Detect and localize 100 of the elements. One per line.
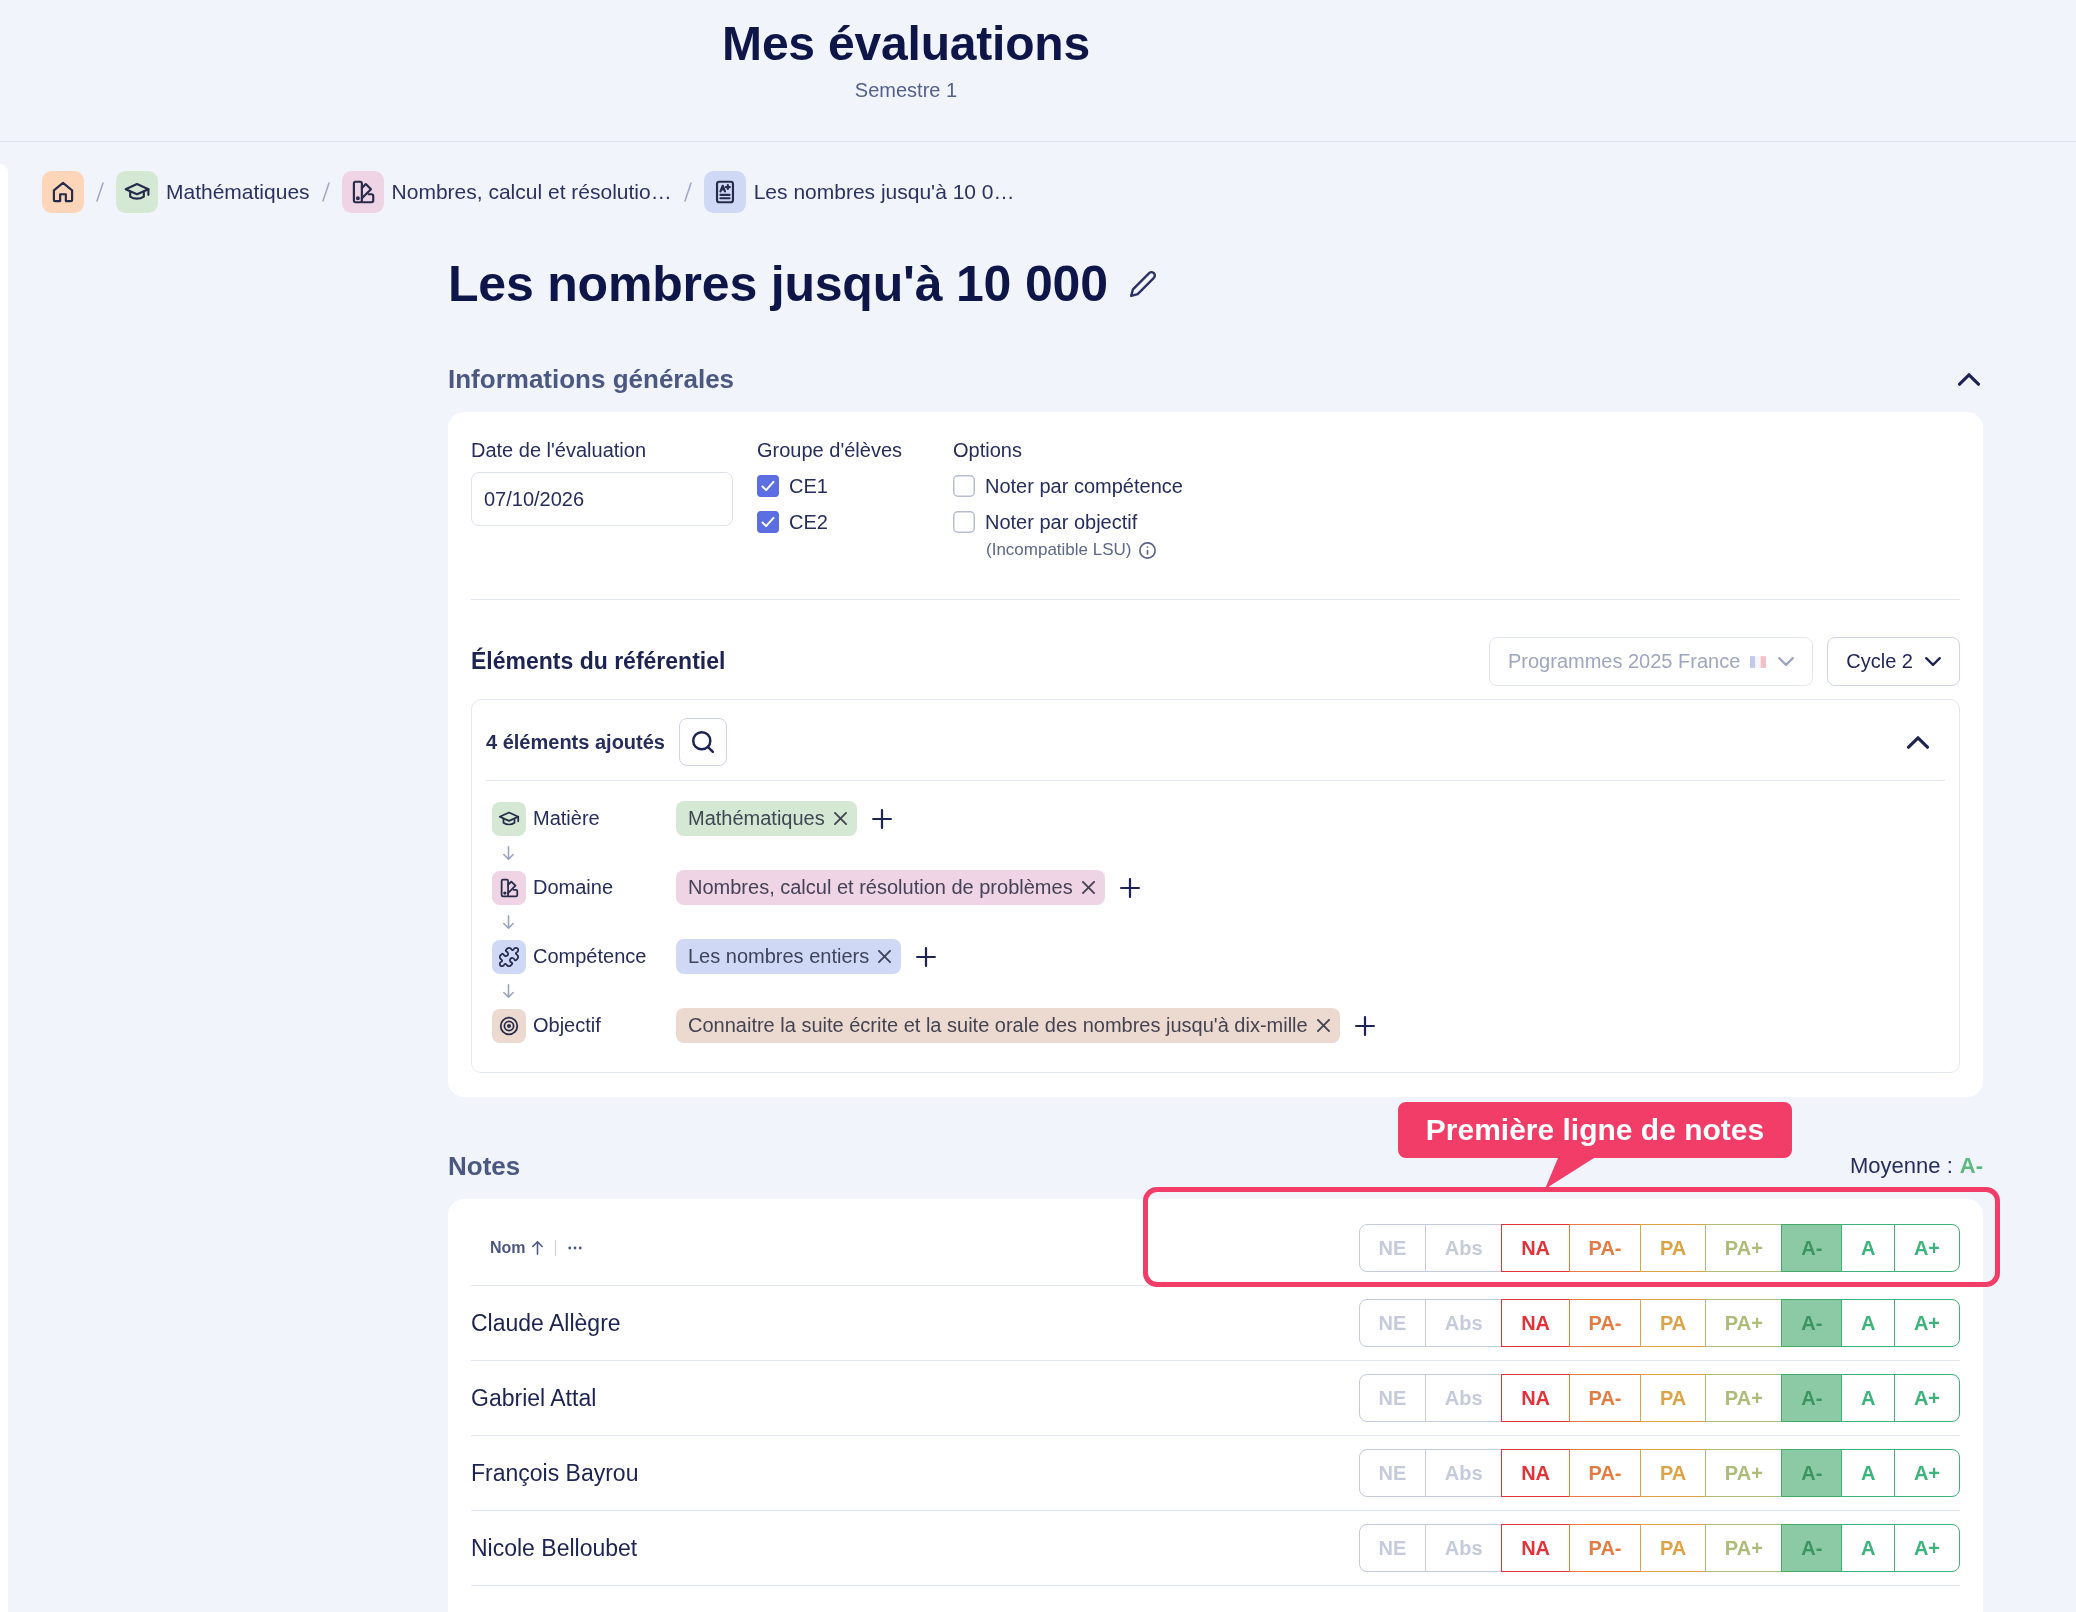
grade-button[interactable]: PA-: [1568, 1299, 1642, 1347]
grade-button[interactable]: A+: [1893, 1449, 1960, 1497]
grade-button[interactable]: Abs: [1424, 1374, 1503, 1422]
grade-button[interactable]: PA-: [1568, 1224, 1642, 1272]
grade-button[interactable]: PA+: [1704, 1374, 1783, 1422]
grade-button[interactable]: PA: [1640, 1524, 1707, 1572]
grade-button[interactable]: NA: [1501, 1299, 1571, 1347]
plus-icon[interactable]: [1119, 877, 1140, 898]
grade-button[interactable]: A+: [1893, 1224, 1960, 1272]
chevron-down-icon: [1925, 657, 1941, 666]
grade-button[interactable]: PA-: [1568, 1524, 1642, 1572]
checkbox-label[interactable]: CE1: [789, 474, 828, 498]
date-field[interactable]: 07/10/2026: [471, 472, 733, 526]
tag-label: Connaitre la suite écrite et la suite orale des nombres jusqu'à dix-mille: [688, 1014, 1308, 1037]
grade-button[interactable]: NA: [1501, 1374, 1571, 1422]
plus-icon[interactable]: [916, 946, 937, 967]
average-label: Moyenne :: [1850, 1153, 1953, 1179]
grade-button[interactable]: Abs: [1424, 1299, 1503, 1347]
grade-button[interactable]: NE: [1358, 1524, 1427, 1572]
chevron-up-icon[interactable]: [1907, 735, 1929, 749]
checkbox[interactable]: [757, 511, 779, 533]
breadcrumb-link[interactable]: Les nombres jusqu'à 10 0…: [703, 171, 1015, 213]
plus-icon[interactable]: [871, 808, 892, 829]
checkbox[interactable]: [757, 475, 779, 497]
slash-icon: [96, 182, 104, 202]
grade-button[interactable]: A: [1840, 1299, 1896, 1347]
grade-button[interactable]: PA: [1640, 1224, 1707, 1272]
grade-button[interactable]: PA+: [1704, 1224, 1783, 1272]
checkbox-label[interactable]: CE2: [789, 510, 828, 534]
student-name: Claude Allègre: [471, 1309, 621, 1337]
section-title: Informations générales: [448, 363, 735, 395]
chevron-down-icon: [1778, 657, 1795, 666]
home-icon[interactable]: [42, 171, 84, 213]
grade-button[interactable]: A-: [1781, 1374, 1843, 1422]
pencil-icon[interactable]: [1129, 271, 1156, 297]
grade-button[interactable]: Abs: [1424, 1524, 1503, 1572]
grade-button[interactable]: NE: [1358, 1224, 1427, 1272]
slash-icon: [321, 182, 330, 202]
grade-button[interactable]: A-: [1781, 1299, 1843, 1347]
grade-button[interactable]: NA: [1501, 1524, 1571, 1572]
more-icon[interactable]: [567, 1246, 582, 1250]
grade-button[interactable]: A: [1840, 1224, 1896, 1272]
grade-button[interactable]: PA: [1640, 1374, 1707, 1422]
breadcrumb-link[interactable]: Mathématiques: [116, 171, 310, 213]
cycle-dropdown[interactable]: Cycle 2: [1827, 637, 1960, 686]
average-grade: A-: [1959, 1153, 1983, 1179]
arrow-down-icon: [503, 915, 514, 929]
grade-button[interactable]: A-: [1781, 1524, 1843, 1572]
close-icon[interactable]: [878, 950, 892, 963]
grade-button[interactable]: NA: [1501, 1449, 1571, 1497]
close-icon[interactable]: [1081, 881, 1095, 894]
plus-icon[interactable]: [1354, 1015, 1375, 1036]
search-button[interactable]: [678, 718, 727, 766]
search-icon: [691, 731, 714, 753]
grade-button[interactable]: NE: [1358, 1374, 1427, 1422]
grade-button[interactable]: NE: [1358, 1299, 1427, 1347]
grade-button[interactable]: Abs: [1424, 1449, 1503, 1497]
subsection-title: Éléments du référentiel: [471, 648, 726, 675]
checkbox-label[interactable]: Noter par objectif: [985, 510, 1138, 534]
field-label: Date de l'évaluation: [471, 438, 648, 462]
checkbox[interactable]: [953, 475, 975, 497]
grade-button[interactable]: A-: [1781, 1449, 1843, 1497]
flag-icon: [1750, 655, 1767, 668]
grade-button[interactable]: A: [1840, 1374, 1896, 1422]
chevron-up-icon[interactable]: [1958, 372, 1980, 386]
grade-button[interactable]: PA+: [1704, 1449, 1783, 1497]
tag-label: Les nombres entiers: [688, 945, 870, 968]
breadcrumb-link[interactable]: Nombres, calcul et résolutio…: [341, 171, 672, 213]
field-label: Options: [953, 438, 1023, 462]
grade-button[interactable]: NE: [1358, 1449, 1427, 1497]
grade-button[interactable]: A-: [1781, 1224, 1843, 1272]
grade-button[interactable]: PA+: [1704, 1524, 1783, 1572]
grade-button[interactable]: A+: [1893, 1524, 1960, 1572]
grade-button[interactable]: Abs: [1424, 1224, 1503, 1272]
tag-label: Nombres, calcul et résolution de problèmes: [688, 876, 1073, 899]
sort-button[interactable]: Nom: [490, 1239, 543, 1257]
checkbox-label[interactable]: Noter par compétence: [985, 474, 1183, 498]
grade-button[interactable]: A+: [1893, 1374, 1960, 1422]
level-label: Objectif: [533, 1014, 602, 1037]
grade-button[interactable]: PA-: [1568, 1374, 1642, 1422]
grade-button[interactable]: A+: [1893, 1299, 1960, 1347]
level-label: Matière: [533, 807, 601, 830]
arrow-down-icon: [503, 984, 514, 998]
grade-button[interactable]: NA: [1501, 1224, 1571, 1272]
arrow-up-icon: [531, 1241, 543, 1255]
grade-button[interactable]: A: [1840, 1524, 1896, 1572]
grade-button[interactable]: PA: [1640, 1449, 1707, 1497]
level-label: Compétence: [533, 945, 648, 968]
grade-button[interactable]: PA+: [1704, 1299, 1783, 1347]
info-icon[interactable]: [1138, 541, 1156, 559]
page-title: Les nombres jusqu'à 10 000: [448, 255, 1108, 314]
tag-label: Mathématiques: [688, 807, 825, 830]
grade-button[interactable]: A: [1840, 1449, 1896, 1497]
grade-button[interactable]: PA-: [1568, 1449, 1642, 1497]
student-name: Gabriel Attal: [471, 1384, 597, 1412]
close-icon[interactable]: [833, 812, 847, 825]
student-name: Nicole Belloubet: [471, 1534, 638, 1562]
checkbox[interactable]: [953, 511, 975, 533]
close-icon[interactable]: [1316, 1019, 1330, 1032]
grade-button[interactable]: PA: [1640, 1299, 1707, 1347]
